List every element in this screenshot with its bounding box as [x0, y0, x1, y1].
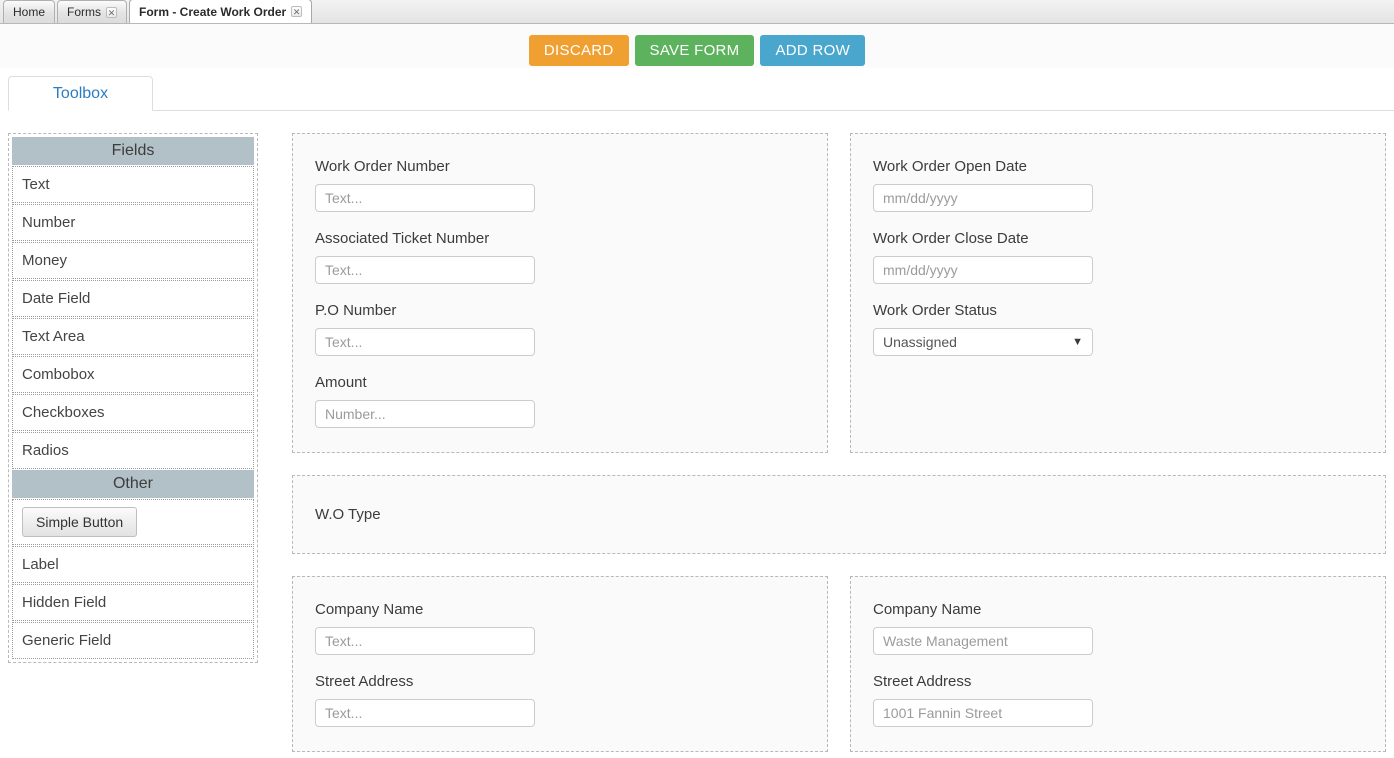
- form-input[interactable]: [315, 256, 535, 284]
- form-field: Work Order Close Date: [873, 230, 1363, 284]
- form-panel[interactable]: Work Order Open Date Work Order Close Dat…: [850, 133, 1386, 453]
- palette-item[interactable]: Radios: [12, 432, 254, 469]
- form-input[interactable]: [315, 627, 535, 655]
- browser-tab[interactable]: Forms ✕: [57, 0, 128, 23]
- form-row: W.O Type: [292, 475, 1386, 554]
- field-label: Company Name: [315, 601, 424, 618]
- palette-item-label: Combobox: [22, 366, 95, 383]
- browser-tab-label: Form - Create Work Order: [139, 4, 287, 19]
- palette-item[interactable]: Number: [12, 204, 254, 241]
- palette-item[interactable]: Text Area: [12, 318, 254, 355]
- add-row-button[interactable]: ADD ROW: [760, 34, 866, 66]
- form-field: Company Name: [315, 601, 805, 655]
- form-row: Work Order Number Associated Ticket Numbe…: [292, 133, 1386, 453]
- palette-item-label: Text Area: [22, 328, 85, 345]
- browser-tab-label: Forms: [67, 5, 102, 19]
- palette-item[interactable]: Simple Button: [12, 499, 254, 545]
- palette-item-label: Date Field: [22, 290, 91, 307]
- form-row: Company Name Street Address Company Name St…: [292, 576, 1386, 752]
- palette-item-label: Label: [22, 556, 59, 573]
- workspace: Fields Text Number Money Date Field Text Area…: [0, 111, 1394, 758]
- form-input[interactable]: [873, 627, 1093, 655]
- browser-tab[interactable]: Home: [3, 0, 56, 23]
- field-label: Amount: [315, 374, 367, 391]
- palette-item-label: Radios: [22, 442, 69, 459]
- palette-item-label: Hidden Field: [22, 594, 107, 611]
- toolbox-palette: Fields Text Number Money Date Field Text Area…: [8, 133, 258, 663]
- form-action-toolbar: DISCARD SAVE FORM ADD ROW: [0, 24, 1394, 68]
- form-field: Work Order Status ▼: [873, 302, 1363, 356]
- palette-group-header: Fields: [12, 137, 254, 165]
- form-input[interactable]: [315, 328, 535, 356]
- field-label: Work Order Status: [873, 302, 997, 319]
- browser-tab-label: Home: [13, 5, 46, 19]
- form-field: Amount: [315, 374, 805, 428]
- form-input[interactable]: [873, 184, 1093, 212]
- palette-item[interactable]: Label: [12, 546, 254, 583]
- palette-item[interactable]: Money: [12, 242, 254, 279]
- browser-tab-strip: Home Forms ✕ Form - Create Work Order ✕: [0, 0, 1394, 24]
- discard-button[interactable]: DISCARD: [528, 34, 629, 66]
- palette-item[interactable]: Checkboxes: [12, 394, 254, 431]
- field-label: Company Name: [873, 601, 982, 618]
- palette-item[interactable]: Combobox: [12, 356, 254, 393]
- palette-item-label: Text: [22, 176, 50, 193]
- form-panel[interactable]: Work Order Number Associated Ticket Numbe…: [292, 133, 828, 453]
- field-label: Work Order Number: [315, 158, 450, 175]
- palette-item-label: Money: [22, 252, 68, 269]
- select-wrapper[interactable]: ▼: [873, 328, 1093, 356]
- form-field: Company Name: [873, 601, 1363, 655]
- form-input[interactable]: [315, 400, 535, 428]
- palette-group-header: Other: [12, 470, 254, 498]
- field-label: Street Address: [873, 673, 972, 690]
- form-field: Associated Ticket Number: [315, 230, 805, 284]
- field-label: Work Order Close Date: [873, 230, 1029, 247]
- palette-item-label: Generic Field: [22, 632, 112, 649]
- form-input[interactable]: [315, 699, 535, 727]
- palette-item[interactable]: Date Field: [12, 280, 254, 317]
- palette-item[interactable]: Text: [12, 166, 254, 203]
- toolbox-tab-bar: Toolbox: [8, 76, 1394, 111]
- form-field: Work Order Open Date: [873, 158, 1363, 212]
- palette-item-label: Checkboxes: [22, 404, 105, 421]
- close-icon[interactable]: ✕: [106, 6, 118, 18]
- field-label: Associated Ticket Number: [315, 230, 490, 247]
- form-field: Street Address: [873, 673, 1363, 727]
- work-order-status-select[interactable]: [873, 328, 1093, 356]
- field-label: Work Order Open Date: [873, 158, 1027, 175]
- palette-item[interactable]: Hidden Field: [12, 584, 254, 621]
- palette-item-label: Number: [22, 214, 76, 231]
- simple-button[interactable]: Simple Button: [22, 507, 138, 537]
- save-form-button[interactable]: SAVE FORM: [634, 34, 755, 66]
- form-field: W.O Type: [315, 506, 1363, 523]
- form-canvas: Work Order Number Associated Ticket Numbe…: [258, 111, 1394, 758]
- field-label: P.O Number: [315, 302, 397, 319]
- form-input[interactable]: [873, 256, 1093, 284]
- form-field: Street Address: [315, 673, 805, 727]
- form-panel[interactable]: Company Name Street Address: [292, 576, 828, 752]
- form-field: P.O Number: [315, 302, 805, 356]
- form-panel[interactable]: Company Name Street Address: [850, 576, 1386, 752]
- form-field: Work Order Number: [315, 158, 805, 212]
- field-label: Street Address: [315, 673, 414, 690]
- field-label: W.O Type: [315, 506, 381, 523]
- palette-item[interactable]: Generic Field: [12, 622, 254, 659]
- tab-toolbox[interactable]: Toolbox: [8, 76, 153, 111]
- close-icon[interactable]: ✕: [291, 6, 303, 17]
- form-input[interactable]: [315, 184, 535, 212]
- form-panel[interactable]: W.O Type: [292, 475, 1386, 554]
- form-input[interactable]: [873, 699, 1093, 727]
- browser-tab[interactable]: Form - Create Work Order ✕: [129, 0, 313, 23]
